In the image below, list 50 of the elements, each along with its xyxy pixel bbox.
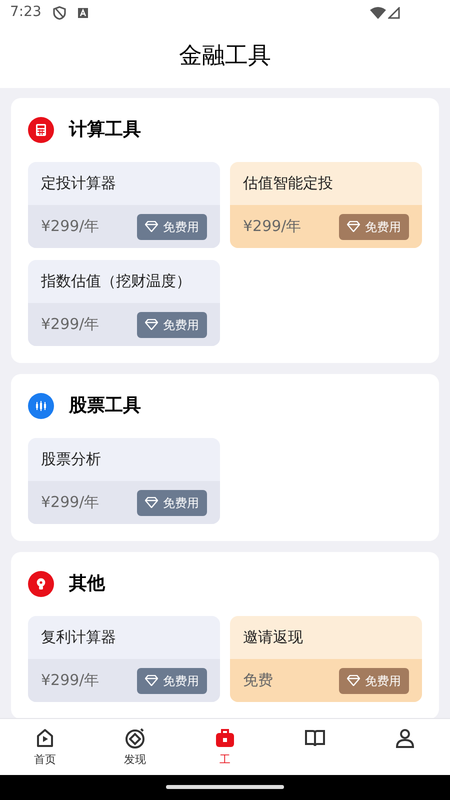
home-icon [34,727,56,749]
section-title: 计算工具 [69,118,141,142]
free-use-button[interactable]: 免费用 [137,490,207,516]
free-use-button[interactable]: 免费用 [137,312,207,338]
notification-icon [78,8,88,18]
tool-price: ¥299/年 [41,216,100,238]
candlestick-icon [28,392,54,418]
page-title: 金融工具 [179,42,271,72]
status-time: 7:23 [10,3,42,22]
tool-price: ¥299/年 [41,314,100,336]
person-icon [394,727,416,749]
tool-price: ¥299/年 [41,670,100,692]
tool-name: 复利计算器 [41,627,116,648]
tool-card[interactable]: 估值智能定投 ¥299/年 免费用 [230,162,422,248]
diamond-icon [145,497,158,508]
tool-name: 定投计算器 [41,173,116,194]
compass-icon [124,727,146,749]
tool-card[interactable]: 定投计算器 ¥299/年 免费用 [28,162,220,248]
free-use-button[interactable]: 免费用 [137,668,207,694]
diamond-icon [145,319,158,330]
diamond-icon [347,675,360,686]
section-title: 股票工具 [69,394,141,418]
section-title: 其他 [69,572,105,596]
wifi-icon [370,6,386,18]
shield-icon [53,6,66,20]
tool-card[interactable]: 股票分析 ¥299/年 免费用 [28,438,220,524]
lightbulb-icon [28,570,54,596]
tool-card[interactable]: 复利计算器 ¥299/年 免费用 [28,616,220,702]
signal-icon [388,6,400,18]
calculator-icon [28,116,54,142]
toolbox-icon [214,727,236,749]
free-use-button[interactable]: 免费用 [339,668,409,694]
nav-tab[interactable]: 首页 [0,719,90,775]
nav-tab[interactable]: 工 [180,719,270,775]
tool-name: 邀请返现 [243,627,303,648]
tool-price: 免费 [243,670,273,692]
free-use-button[interactable]: 免费用 [339,214,409,240]
tool-price: ¥299/年 [41,492,100,514]
diamond-icon [145,221,158,232]
tool-card[interactable]: 邀请返现 免费 免费用 [230,616,422,702]
tool-name: 股票分析 [41,449,101,470]
tool-name: 估值智能定投 [243,173,333,194]
book-icon [304,727,326,749]
tool-card[interactable]: 指数估值（挖财温度） ¥299/年 免费用 [28,260,220,346]
nav-tab[interactable]: 发现 [90,719,180,775]
diamond-icon [145,675,158,686]
free-use-button[interactable]: 免费用 [137,214,207,240]
tool-name: 指数估值（挖财温度） [41,271,191,292]
tool-price: ¥299/年 [243,216,302,238]
diamond-icon [347,221,360,232]
